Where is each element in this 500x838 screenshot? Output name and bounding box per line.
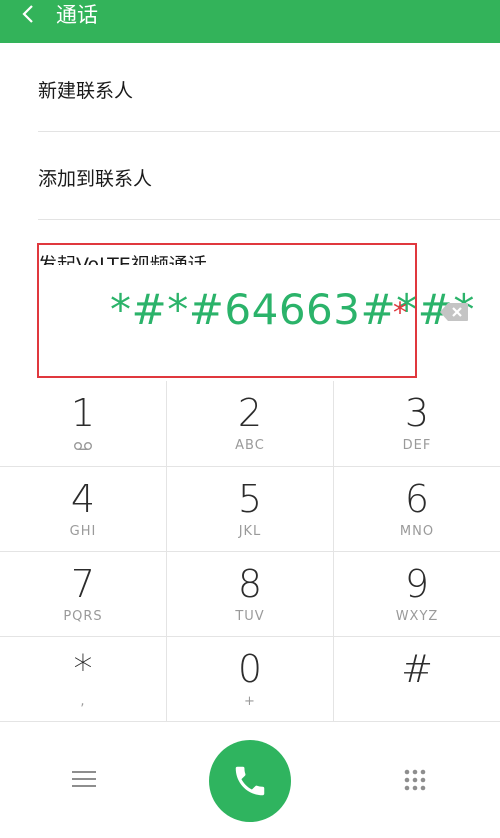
- key-digit: 9: [404, 562, 430, 606]
- divider: [333, 381, 334, 722]
- menu-item-label: 新建联系人: [38, 80, 134, 102]
- phone-icon: [235, 766, 265, 796]
- menu-item-add-to-contact[interactable]: 添加到联系人: [0, 132, 500, 219]
- key-digit: 3: [404, 391, 430, 435]
- key-digit: 7: [70, 562, 96, 606]
- bottom-bar: [0, 722, 500, 838]
- key-letters: DEF: [402, 438, 432, 453]
- key-9[interactable]: 9 WXYZ: [334, 552, 500, 637]
- key-6[interactable]: 6 MNO: [334, 467, 500, 552]
- key-7[interactable]: 7 PQRS: [0, 552, 166, 637]
- dialpad-icon[interactable]: [403, 768, 427, 792]
- voicemail-icon: [74, 442, 92, 451]
- divider: [166, 381, 167, 722]
- key-digit: 6: [404, 477, 430, 521]
- key-letters: +: [244, 694, 256, 709]
- key-letters: PQRS: [63, 609, 103, 624]
- key-letters: GHI: [69, 524, 97, 539]
- key-digit: 4: [70, 477, 96, 521]
- app-header: 通话: [0, 0, 500, 43]
- divider: [0, 636, 500, 637]
- key-3[interactable]: 3 DEF: [334, 381, 500, 466]
- key-letters: WXYZ: [395, 609, 439, 624]
- key-2[interactable]: 2 ABC: [167, 381, 333, 466]
- key-digit: #: [401, 647, 433, 691]
- divider: [0, 466, 500, 467]
- key-digit: 2: [237, 391, 263, 435]
- key-letters: JKL: [238, 524, 262, 539]
- chevron-left-icon[interactable]: [18, 0, 40, 30]
- key-4[interactable]: 4 GHI: [0, 467, 166, 552]
- backspace-icon[interactable]: [439, 302, 469, 322]
- divider: [0, 551, 500, 552]
- key-digit: 5: [237, 477, 263, 521]
- key-letters: ,: [80, 694, 86, 709]
- key-letters: TUV: [235, 609, 265, 624]
- key-letters: MNO: [399, 524, 435, 539]
- key-5[interactable]: 5 JKL: [167, 467, 333, 552]
- key-digit: 0: [237, 647, 263, 691]
- highlight-box: [37, 243, 417, 378]
- key-hash[interactable]: #: [334, 637, 500, 722]
- key-0[interactable]: 0 +: [167, 637, 333, 722]
- menu-item-label: 添加到联系人: [38, 168, 153, 190]
- page-title: 通话: [56, 3, 98, 27]
- call-button[interactable]: [209, 740, 291, 822]
- key-digit: 8: [237, 562, 263, 606]
- key-1[interactable]: 1: [0, 381, 166, 466]
- key-letters: ABC: [235, 438, 265, 453]
- menu-item-new-contact[interactable]: 新建联系人: [0, 43, 500, 131]
- menu-icon[interactable]: [72, 770, 96, 788]
- key-star[interactable]: * ,: [0, 637, 166, 722]
- key-digit: 1: [70, 391, 96, 435]
- key-digit: *: [73, 647, 93, 691]
- key-8[interactable]: 8 TUV: [167, 552, 333, 637]
